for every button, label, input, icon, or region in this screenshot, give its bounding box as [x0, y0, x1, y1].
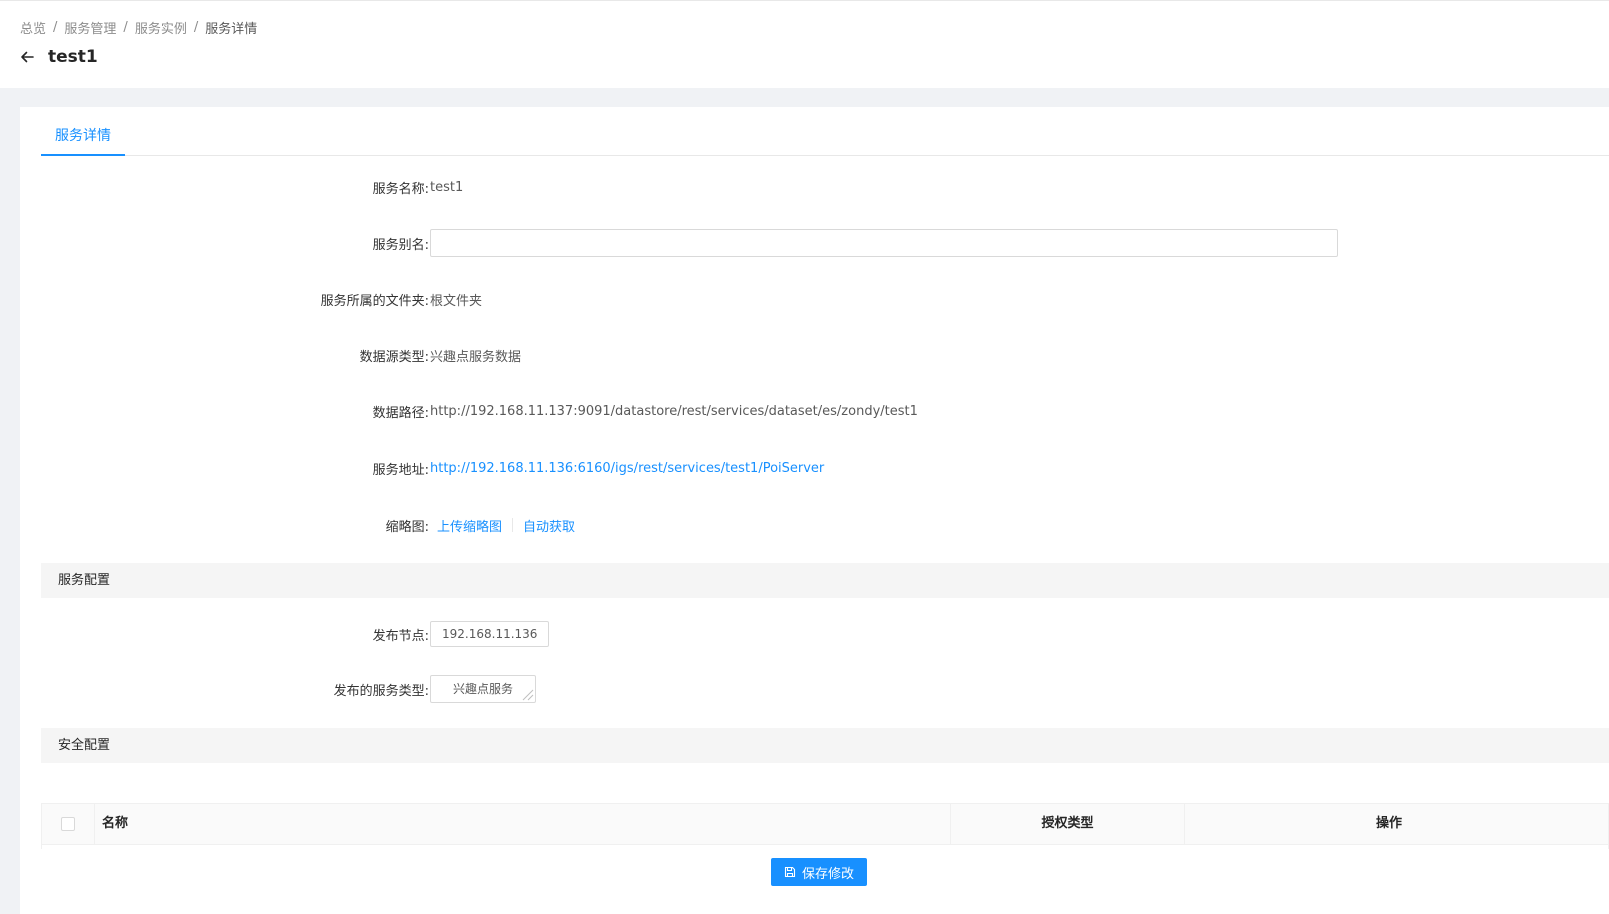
breadcrumb-separator: /	[123, 20, 128, 35]
save-button[interactable]: 保存修改	[771, 858, 867, 886]
service-url-label: 服务地址:	[372, 462, 429, 478]
form-row-service-name: 服务名称: test1	[20, 173, 1609, 201]
breadcrumb-separator: /	[193, 20, 199, 35]
section-service-config: 服务配置	[41, 563, 1609, 598]
data-path-value: http://192.168.11.137:9091/datastore/res…	[430, 403, 918, 419]
datasource-type-value: 兴趣点服务数据	[430, 349, 522, 365]
detail-card: 服务详情 服务名称: test1 服务别名: 服务所属的文件夹: 根文件夹 数据…	[20, 107, 1609, 914]
form-row-alias: 服务别名:	[20, 229, 1609, 257]
service-type-value: 兴趣点服务	[452, 682, 513, 696]
breadcrumb: 总览 / 服务管理 / 服务实例 / 服务详情	[20, 18, 257, 37]
save-icon	[784, 866, 796, 878]
form-row-thumbnail: 缩略图: 上传缩略图 自动获取	[20, 511, 1609, 539]
alias-label: 服务别名:	[372, 237, 429, 253]
security-table: 名称 授权类型 操作	[41, 803, 1609, 849]
upload-thumbnail-link[interactable]: 上传缩略图	[437, 516, 502, 535]
folder-label: 服务所属的文件夹:	[320, 293, 429, 309]
service-type-box[interactable]: 兴趣点服务	[430, 675, 536, 703]
section-security-config: 安全配置	[41, 728, 1609, 763]
select-all-checkbox[interactable]	[61, 817, 75, 831]
service-name-label: 服务名称:	[372, 181, 429, 197]
column-auth-type: 授权类型	[951, 804, 1185, 844]
publish-node-tag[interactable]: 192.168.11.136	[430, 621, 550, 647]
form-row-datasource-type: 数据源类型: 兴趣点服务数据	[20, 341, 1609, 369]
link-divider	[512, 518, 514, 532]
resize-handle-icon[interactable]	[520, 687, 534, 701]
save-button-label: 保存修改	[801, 866, 854, 882]
form-row-service-type: 发布的服务类型: 兴趣点服务	[20, 675, 1609, 703]
alias-input[interactable]	[430, 229, 1338, 257]
tab-service-detail[interactable]: 服务详情	[41, 107, 125, 156]
breadcrumb-item-service-instances[interactable]: 服务实例	[135, 18, 187, 37]
auto-fetch-link[interactable]: 自动获取	[523, 516, 575, 535]
title-row: test1	[20, 47, 98, 67]
service-name-value: test1	[430, 179, 464, 195]
publish-node-label: 发布节点:	[372, 628, 429, 644]
thumbnail-label: 缩略图:	[385, 519, 429, 535]
page-title: test1	[48, 47, 98, 67]
column-actions: 操作	[1375, 816, 1402, 831]
service-url-link[interactable]: http://192.168.11.136:6160/igs/rest/serv…	[430, 461, 824, 476]
breadcrumb-separator: /	[53, 20, 58, 35]
service-type-label: 发布的服务类型:	[333, 683, 429, 699]
folder-value: 根文件夹	[430, 293, 483, 309]
data-path-label: 数据路径:	[372, 405, 429, 421]
breadcrumb-current: 服务详情	[205, 22, 258, 37]
select-all-cell	[42, 804, 95, 844]
form-row-folder: 服务所属的文件夹: 根文件夹	[20, 285, 1609, 313]
arrow-left-icon[interactable]	[20, 49, 36, 65]
table-header: 名称 授权类型 操作	[42, 804, 1608, 844]
table-body	[42, 844, 1608, 849]
breadcrumb-item-overview[interactable]: 总览	[20, 18, 46, 37]
tab-bar: 服务详情	[41, 107, 1609, 156]
form-row-data-path: 数据路径: http://192.168.11.137:9091/datasto…	[20, 397, 1609, 425]
form-row-publish-node: 发布节点: 192.168.11.136	[20, 620, 1609, 648]
datasource-type-label: 数据源类型:	[359, 349, 429, 365]
breadcrumb-item-service-management[interactable]: 服务管理	[64, 18, 116, 37]
page-header: 总览 / 服务管理 / 服务实例 / 服务详情 test1	[0, 0, 1609, 88]
form-row-service-url: 服务地址: http://192.168.11.136:6160/igs/res…	[20, 454, 1609, 482]
column-name: 名称	[95, 804, 951, 844]
thumbnail-actions: 上传缩略图 自动获取	[437, 516, 575, 535]
